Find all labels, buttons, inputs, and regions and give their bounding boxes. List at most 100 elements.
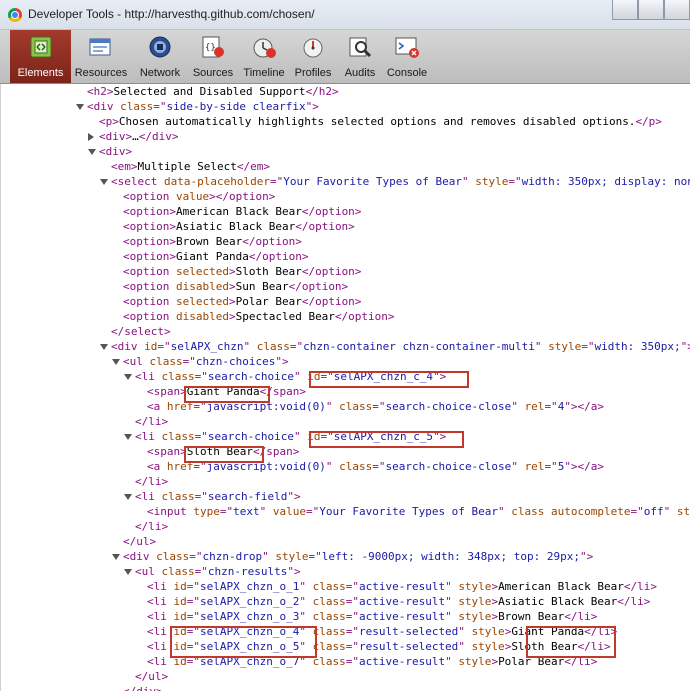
tab-elements[interactable]: Elements [10,30,71,83]
code-token: =" [189,550,203,563]
dom-tree-line[interactable]: <li class="search-field"> [135,489,301,504]
expand-triangle-down-icon[interactable] [100,344,108,350]
tab-network[interactable]: Network [134,30,186,83]
expand-triangle-down-icon[interactable] [124,569,132,575]
code-token: </option> [248,250,309,263]
dom-tree-line[interactable]: <div class="chzn-drop" style="left: -900… [123,549,593,564]
dom-tree-line[interactable]: <select data-placeholder="Your Favorite … [111,174,690,189]
code-token: Asiatic Black Bear [498,595,618,608]
dom-tree-line[interactable]: <option>American Black Bear</option> [123,204,361,219]
dom-tree-line[interactable]: <li id="selAPX_chzn_o_2" class="active-r… [147,594,650,609]
tab-profiles[interactable]: Profiles [291,30,335,83]
code-token: class [312,655,346,668]
code-token: class [149,355,183,368]
code-token: =" [345,595,359,608]
maximize-button[interactable] [638,0,664,20]
dom-tree-line[interactable]: <h2>Selected and Disabled Support</h2> [87,84,339,99]
code-token: style [458,655,492,668]
dom-tree-line[interactable]: </li> [135,414,168,429]
code-token: </li> [623,580,658,593]
close-button[interactable] [664,0,690,20]
dom-tree-line[interactable]: <input type="text" value="Your Favorite … [147,504,690,519]
code-token: <li [135,430,162,443]
dom-tree-line[interactable]: </select> [111,324,171,339]
code-token: style [458,610,492,623]
code-token: " [511,400,525,413]
dom-tree-line[interactable]: <option disabled>Spectacled Bear</option… [123,309,395,324]
code-token: data-placeholder [163,175,270,188]
expand-triangle-down-icon[interactable] [124,434,132,440]
tab-console[interactable]: Console [384,30,430,83]
code-token: =" [544,460,558,473]
tab-sources[interactable]: {} Sources [188,30,238,83]
dom-tree-line[interactable]: <option disabled>Sun Bear</option> [123,279,348,294]
tab-timeline[interactable]: Timeline [240,30,288,83]
code-token: <option> [123,220,176,233]
code-token: =" [194,565,208,578]
dom-tree-line[interactable]: <option>Asiatic Black Bear</option> [123,219,355,234]
dom-tree-line[interactable]: <option selected>Polar Bear</option> [123,294,361,309]
code-token: > [228,295,236,308]
dom-tree-line[interactable]: <li id="selAPX_chzn_o_1" class="active-r… [147,579,657,594]
dom-tree-line[interactable]: </ul> [123,534,156,549]
expand-triangle-down-icon[interactable] [100,179,108,185]
dom-tree-line[interactable]: <ul class="chzn-results"> [135,564,301,579]
expand-triangle-down-icon[interactable] [112,359,120,365]
audits-icon [349,37,372,58]
code-token: " [262,550,276,563]
code-token: </option> [242,235,302,248]
expand-triangle-right-icon[interactable] [88,133,94,141]
expand-triangle-down-icon[interactable] [88,149,96,155]
dom-tree-line[interactable]: <option value></option> [123,189,275,204]
tab-resources[interactable]: Resources [72,30,130,83]
code-token: text [233,505,260,518]
code-token: <span> [147,445,187,458]
code-token: " [445,595,459,608]
elements-tree[interactable]: <h2>Selected and Disabled Support</h2> <d… [0,84,690,691]
code-token: style [275,550,309,563]
chrome-icon [8,8,22,22]
code-token: width: 350px; [594,340,681,353]
code-token: " [243,340,257,353]
code-token: chzn-drop [202,550,263,563]
dom-tree-line[interactable]: <option>Giant Panda</option> [123,249,308,264]
code-token: "> [287,490,301,503]
dom-tree-line[interactable]: <option selected>Sloth Bear</option> [123,264,361,279]
code-token: "> [287,565,301,578]
dom-tree-line[interactable]: <li id="selAPX_chzn_o_3" class="active-r… [147,609,597,624]
dom-tree-line[interactable]: <em>Multiple Select</em> [111,159,270,174]
dom-tree-line[interactable]: </li> [135,474,168,489]
code-token: "> [275,355,289,368]
dom-tree-line[interactable]: <ul class="chzn-choices"> [123,354,289,369]
dom-tree-line[interactable]: <div>…</div> [99,129,179,144]
code-token: search-choice-close [385,460,512,473]
code-token: <li [147,610,174,623]
code-token: <option [123,295,176,308]
annotation-highlight-box [309,371,469,388]
code-token: =" [186,580,200,593]
code-token: " [458,625,472,638]
expand-triangle-down-icon[interactable] [76,104,84,110]
dom-tree-line[interactable]: </div> [123,684,163,691]
minimize-button[interactable] [612,0,638,20]
dom-tree-line[interactable]: <option>Brown Bear</option> [123,234,302,249]
code-token: =" [508,175,522,188]
tab-audits[interactable]: Audits [340,30,380,83]
dom-tree-line[interactable]: <div class="side-by-side clearfix"> [87,99,319,114]
code-token: =" [630,505,644,518]
expand-triangle-down-icon[interactable] [124,374,132,380]
annotation-highlight-box [526,626,616,658]
expand-triangle-down-icon[interactable] [112,554,120,560]
code-token: " [663,505,677,518]
tab-label: Audits [344,67,376,79]
dom-tree-line[interactable]: <p>Chosen automatically highlights selec… [99,114,662,129]
code-token: Polar Bear [235,295,302,308]
code-token: style [458,580,492,593]
dom-tree-line[interactable]: <div> [99,144,132,159]
code-token: Your Favorite Types of Bear [283,175,463,188]
code-token: chzn-choices [195,355,276,368]
dom-tree-line[interactable]: <div id="selAPX_chzn" class="chzn-contai… [111,339,690,354]
dom-tree-line[interactable]: </li> [135,519,168,534]
dom-tree-line[interactable]: </ul> [135,669,168,684]
expand-triangle-down-icon[interactable] [124,494,132,500]
